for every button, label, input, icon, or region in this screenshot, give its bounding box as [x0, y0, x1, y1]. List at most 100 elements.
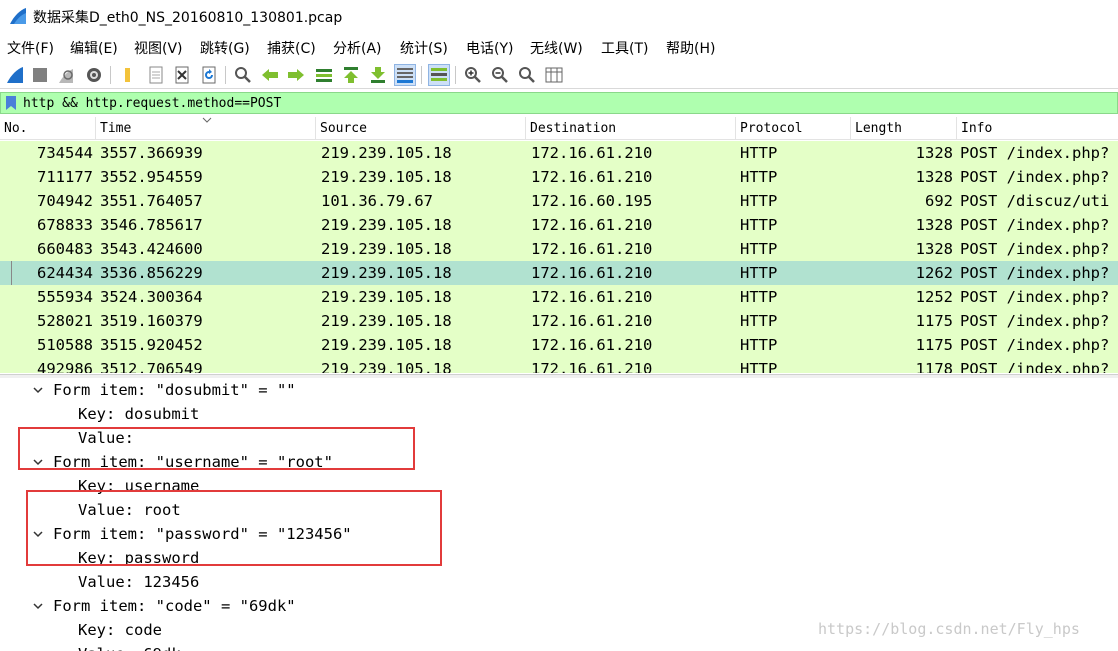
packet-no: 510588: [37, 336, 93, 354]
packet-length: 1178: [915, 360, 953, 373]
packet-length: 1328: [915, 216, 953, 234]
packet-time: 3515.920452: [100, 336, 203, 354]
packet-time: 3543.424600: [100, 240, 203, 258]
shark-fin-start-icon[interactable]: [4, 64, 26, 86]
go-to-packet-icon[interactable]: [313, 64, 335, 86]
bookmark-icon[interactable]: [5, 95, 17, 111]
packet-destination: 172.16.61.210: [531, 360, 653, 373]
menu-file[interactable]: 文件(F): [7, 38, 54, 58]
close-file-icon[interactable]: [171, 64, 193, 86]
first-packet-icon[interactable]: [340, 64, 362, 86]
save-file-icon[interactable]: [145, 64, 167, 86]
expand-chevron-icon[interactable]: [32, 378, 44, 402]
tree-item-value[interactable]: Value: 69dk: [78, 642, 181, 651]
packet-info: POST /index.php?: [960, 360, 1110, 373]
menu-wireless[interactable]: 无线(W): [530, 38, 583, 58]
packet-row[interactable]: 660483 3543.424600 219.239.105.18 172.16…: [0, 237, 1118, 261]
packet-protocol: HTTP: [740, 192, 778, 210]
packet-time: 3552.954559: [100, 168, 203, 186]
packet-no: 660483: [37, 240, 93, 258]
packet-row[interactable]: 528021 3519.160379 219.239.105.18 172.16…: [0, 309, 1118, 333]
column-header-length[interactable]: Length: [851, 117, 957, 140]
window-title: 数据采集D_eth0_NS_20160810_130801.pcap: [33, 10, 343, 26]
main-toolbar: [0, 61, 1118, 89]
expand-chevron-icon[interactable]: [32, 594, 44, 618]
packet-no: 678833: [37, 216, 93, 234]
menu-statistics[interactable]: 统计(S): [400, 38, 448, 58]
packet-info: POST /index.php?: [960, 168, 1110, 186]
packet-info: POST /index.php?: [960, 336, 1110, 354]
menu-view[interactable]: 视图(V): [134, 38, 183, 58]
column-header-no[interactable]: No.: [0, 117, 96, 140]
menu-go[interactable]: 跳转(G): [200, 38, 250, 58]
packet-source: 219.239.105.18: [321, 336, 452, 354]
display-filter-bar: [0, 92, 1118, 114]
tree-item-form-dosubmit[interactable]: Form item: "dosubmit" = "": [53, 378, 296, 402]
menu-edit[interactable]: 编辑(E): [70, 38, 118, 58]
packet-length: 1328: [915, 168, 953, 186]
tree-item-value[interactable]: Value: 123456: [78, 570, 199, 594]
packet-time: 3551.764057: [100, 192, 203, 210]
colorize-icon[interactable]: [428, 64, 450, 86]
packet-info: POST /index.php?: [960, 144, 1110, 162]
column-header-protocol[interactable]: Protocol: [736, 117, 851, 140]
packet-row[interactable]: 711177 3552.954559 219.239.105.18 172.16…: [0, 165, 1118, 189]
column-header-info[interactable]: Info: [957, 117, 1118, 140]
title-bar: 数据采集D_eth0_NS_20160810_130801.pcap: [0, 0, 1118, 33]
toolbar-separator: [455, 66, 456, 84]
packet-protocol: HTTP: [740, 216, 778, 234]
zoom-in-icon[interactable]: [462, 64, 484, 86]
tree-item-key[interactable]: Key: code: [78, 618, 162, 642]
packet-protocol: HTTP: [740, 360, 778, 373]
packet-no: 734544: [37, 144, 93, 162]
last-packet-icon[interactable]: [367, 64, 389, 86]
packet-destination: 172.16.61.210: [531, 336, 653, 354]
packet-info: POST /index.php?: [960, 216, 1110, 234]
packet-protocol: HTTP: [740, 240, 778, 258]
tree-item-form-code[interactable]: Form item: "code" = "69dk": [53, 594, 296, 618]
autoscroll-icon[interactable]: [394, 64, 416, 86]
packet-source: 219.239.105.18: [321, 360, 452, 373]
tree-item-key[interactable]: Key: dosubmit: [78, 402, 199, 426]
menu-tools[interactable]: 工具(T): [601, 38, 648, 58]
menu-capture[interactable]: 捕获(C): [267, 38, 316, 58]
zoom-out-icon[interactable]: [489, 64, 511, 86]
packet-row[interactable]: 734544 3557.366939 219.239.105.18 172.16…: [0, 141, 1118, 165]
packet-time: 3524.300364: [100, 288, 203, 306]
packet-info: POST /discuz/uti: [960, 192, 1110, 210]
normal-size-icon[interactable]: [516, 64, 538, 86]
packet-info: POST /index.php?: [960, 312, 1110, 330]
menu-bar: 文件(F) 编辑(E) 视图(V) 跳转(G) 捕获(C) 分析(A) 统计(S…: [0, 36, 1118, 60]
packet-info: POST /index.php?: [960, 288, 1110, 306]
menu-analyze[interactable]: 分析(A): [333, 38, 382, 58]
packet-row[interactable]: 510588 3515.920452 219.239.105.18 172.16…: [0, 333, 1118, 357]
go-forward-arrow-icon[interactable]: [285, 64, 307, 86]
restart-fin-icon[interactable]: [55, 64, 77, 86]
packet-source: 101.36.79.67: [321, 192, 433, 210]
menu-help[interactable]: 帮助(H): [666, 38, 715, 58]
packet-protocol: HTTP: [740, 168, 778, 186]
reload-icon[interactable]: [198, 64, 220, 86]
column-header-source[interactable]: Source: [316, 117, 526, 140]
packet-no: 711177: [37, 168, 93, 186]
packet-length: 1175: [915, 336, 953, 354]
column-header-destination[interactable]: Destination: [526, 117, 736, 140]
packet-row[interactable]: 492986 3512.706549 219.239.105.18 172.16…: [0, 357, 1118, 373]
capture-options-gear-icon[interactable]: [83, 64, 105, 86]
go-back-arrow-icon[interactable]: [259, 64, 281, 86]
packet-row[interactable]: 704942 3551.764057 101.36.79.67 172.16.6…: [0, 189, 1118, 213]
packet-row[interactable]: 555934 3524.300364 219.239.105.18 172.16…: [0, 285, 1118, 309]
menu-telephony[interactable]: 电话(Y): [466, 38, 513, 58]
packet-length: 1252: [915, 288, 953, 306]
open-folder-icon[interactable]: [117, 64, 139, 86]
find-magnifier-icon[interactable]: [232, 64, 254, 86]
resize-columns-icon[interactable]: [543, 64, 565, 86]
packet-protocol: HTTP: [740, 144, 778, 162]
packet-row-selected[interactable]: 624434 3536.856229 219.239.105.18 172.16…: [0, 261, 1118, 285]
packet-row[interactable]: 678833 3546.785617 219.239.105.18 172.16…: [0, 213, 1118, 237]
packet-destination: 172.16.61.210: [531, 312, 653, 330]
packet-source: 219.239.105.18: [321, 288, 452, 306]
packet-time: 3546.785617: [100, 216, 203, 234]
display-filter-input[interactable]: [23, 94, 1113, 112]
stop-square-icon[interactable]: [29, 64, 51, 86]
